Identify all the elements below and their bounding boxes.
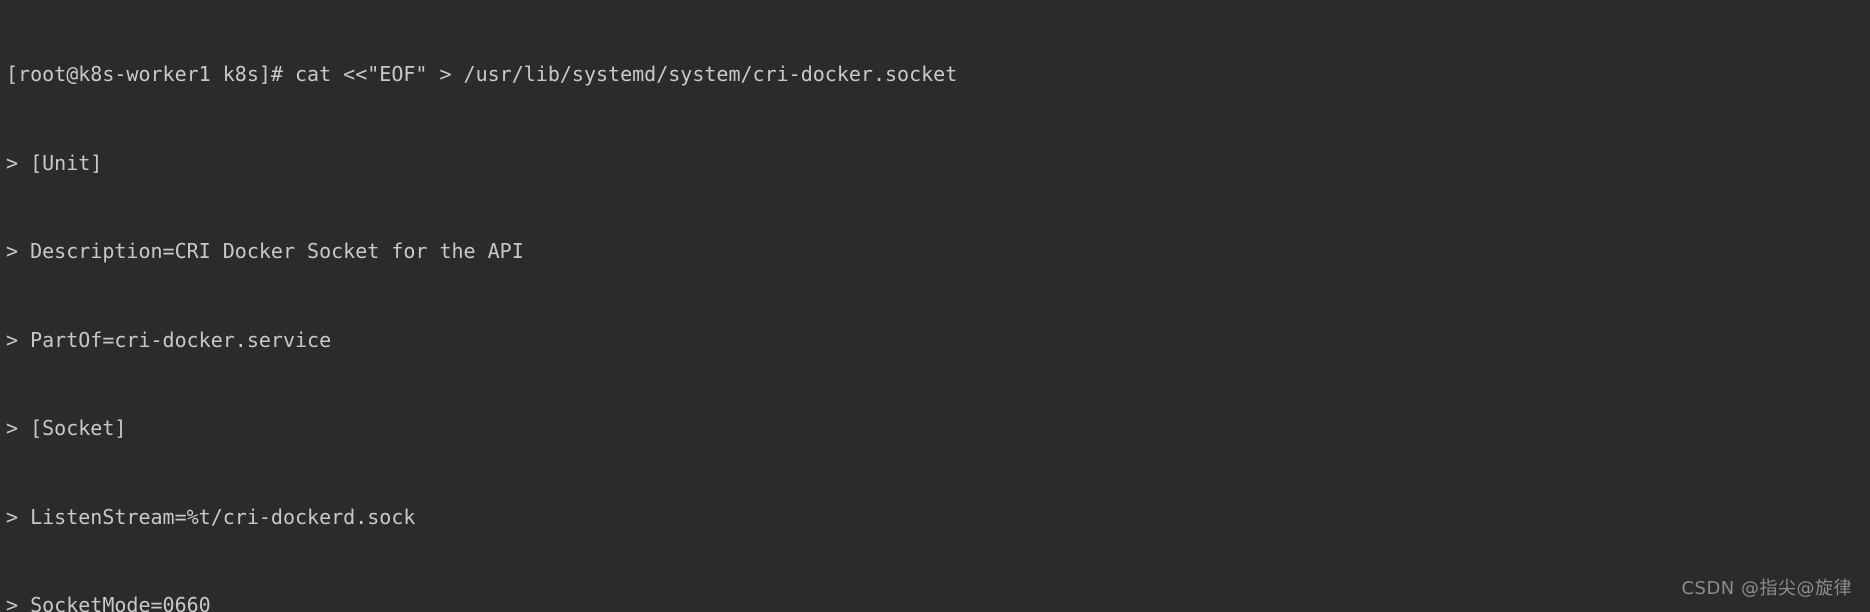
terminal-line: > [Unit] xyxy=(6,149,1864,179)
terminal-line: [root@k8s-worker1 k8s]# cat <<"EOF" > /u… xyxy=(6,60,1864,90)
terminal-window[interactable]: [root@k8s-worker1 k8s]# cat <<"EOF" > /u… xyxy=(0,0,1870,612)
terminal-line: > PartOf=cri-docker.service xyxy=(6,326,1864,356)
terminal-line: > [Socket] xyxy=(6,414,1864,444)
terminal-line: > Description=CRI Docker Socket for the … xyxy=(6,237,1864,267)
terminal-line: > ListenStream=%t/cri-dockerd.sock xyxy=(6,503,1864,533)
terminal-line: > SocketMode=0660 xyxy=(6,591,1864,612)
